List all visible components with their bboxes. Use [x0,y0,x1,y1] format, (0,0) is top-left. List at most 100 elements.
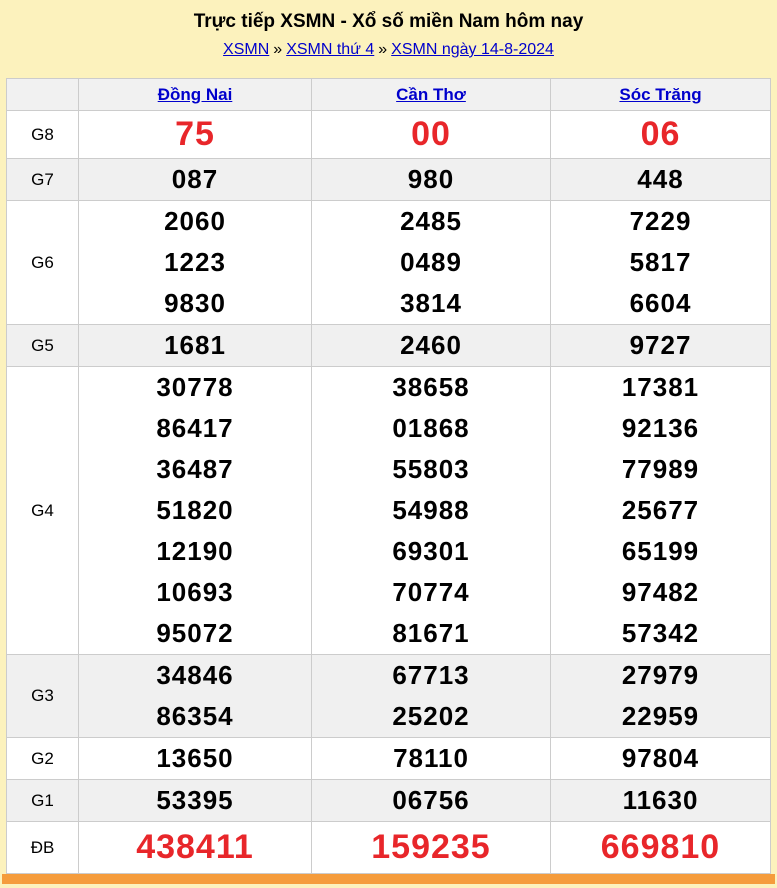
prize-number: 11630 [551,780,770,821]
prize-number: 438411 [79,822,311,873]
next-section-top-bar [2,874,775,884]
results-table: Đồng Nai Cần Thơ Sóc Trăng G8750006G7087… [6,78,771,874]
prize-number: 55803 [312,449,550,490]
province-link[interactable]: Đồng Nai [158,85,233,104]
prize-numbers-cell: 159235 [312,822,551,874]
prize-number: 448 [551,159,770,200]
prize-number: 00 [312,111,550,158]
breadcrumb: XSMN»XSMN thứ 4»XSMN ngày 14-8-2024 [0,41,777,59]
prize-numbers-cell: 38658018685580354988693017077481671 [312,367,551,655]
prize-number: 95072 [79,613,311,654]
prize-number: 17381 [551,367,770,408]
prize-numbers-cell: 13650 [79,738,312,780]
prize-number: 25677 [551,490,770,531]
prize-number: 2485 [312,201,550,242]
prize-number: 3814 [312,283,550,324]
prize-number: 13650 [79,738,311,779]
prize-numbers-cell: 17381921367798925677651999748257342 [551,367,771,655]
prize-numbers-cell: 248504893814 [312,201,551,325]
page-header: Trực tiếp XSMN - Xổ số miền Nam hôm nay … [0,0,777,78]
breadcrumb-link-xsmn[interactable]: XSMN [223,41,269,58]
prize-number: 92136 [551,408,770,449]
prize-numbers-cell: 78110 [312,738,551,780]
prize-number: 2060 [79,201,311,242]
prize-number: 27979 [551,655,770,696]
prize-number: 36487 [79,449,311,490]
province-link[interactable]: Sóc Trăng [619,85,701,104]
prize-number: 669810 [551,822,770,873]
prize-numbers-cell: 087 [79,159,312,201]
prize-number: 0489 [312,242,550,283]
prize-number: 97482 [551,572,770,613]
prize-numbers-cell: 97804 [551,738,771,780]
prize-numbers-cell: 3484686354 [79,655,312,738]
results-tbody: G8750006G7087980448G62060122398302485048… [7,111,771,874]
prize-number: 7229 [551,201,770,242]
prize-number: 86354 [79,696,311,737]
province-link[interactable]: Cần Thơ [396,85,466,104]
breadcrumb-link-xsmn-thu4[interactable]: XSMN thứ 4 [286,41,374,58]
prize-label: G4 [7,367,79,655]
prize-numbers-cell: 9727 [551,325,771,367]
prize-number: 34846 [79,655,311,696]
prize-number: 5817 [551,242,770,283]
prize-number: 6604 [551,283,770,324]
prize-number: 70774 [312,572,550,613]
prize-number: 67713 [312,655,550,696]
prize-row-g5: G5168124609727 [7,325,771,367]
prize-number: 77989 [551,449,770,490]
prize-row-g4: G430778864173648751820121901069395072386… [7,367,771,655]
page-title: Trực tiếp XSMN - Xổ số miền Nam hôm nay [0,11,777,33]
column-header-can-tho: Cần Thơ [312,79,551,111]
prize-numbers-cell: 980 [312,159,551,201]
prize-number: 980 [312,159,550,200]
prize-number: 06756 [312,780,550,821]
prize-row-g2: G2136507811097804 [7,738,771,780]
prize-number: 2460 [312,325,550,366]
prize-number: 22959 [551,696,770,737]
prize-numbers-cell: 06 [551,111,771,159]
prize-label: G1 [7,780,79,822]
prize-number: 087 [79,159,311,200]
prize-number: 12190 [79,531,311,572]
prize-number: 78110 [312,738,550,779]
prize-row-g3: G3348468635467713252022797922959 [7,655,771,738]
prize-numbers-cell: 06756 [312,780,551,822]
prize-number: 54988 [312,490,550,531]
prize-numbers-cell: 448 [551,159,771,201]
prize-number: 1223 [79,242,311,283]
prize-label: G2 [7,738,79,780]
prize-number: 01868 [312,408,550,449]
prize-number: 97804 [551,738,770,779]
prize-numbers-cell: 1681 [79,325,312,367]
table-header-row: Đồng Nai Cần Thơ Sóc Trăng [7,79,771,111]
breadcrumb-separator: » [273,41,282,58]
prize-number: 159235 [312,822,550,873]
prize-number: 57342 [551,613,770,654]
prize-number: 51820 [79,490,311,531]
prize-row-g8: G8750006 [7,111,771,159]
breadcrumb-link-xsmn-date[interactable]: XSMN ngày 14-8-2024 [391,41,554,58]
breadcrumb-separator: » [378,41,387,58]
prize-numbers-cell: 00 [312,111,551,159]
prize-number: 30778 [79,367,311,408]
prize-row-g1: G1533950675611630 [7,780,771,822]
prize-numbers-cell: 2797922959 [551,655,771,738]
prize-number: 9830 [79,283,311,324]
column-header-dong-nai: Đồng Nai [79,79,312,111]
prize-number: 86417 [79,408,311,449]
prize-row-g6: G6206012239830248504893814722958176604 [7,201,771,325]
prize-numbers-cell: 30778864173648751820121901069395072 [79,367,312,655]
prize-label: G7 [7,159,79,201]
prize-number: 10693 [79,572,311,613]
prize-numbers-cell: 53395 [79,780,312,822]
prize-number: 75 [79,111,311,158]
prize-numbers-cell: 206012239830 [79,201,312,325]
prize-numbers-cell: 75 [79,111,312,159]
prize-number: 69301 [312,531,550,572]
prize-number: 1681 [79,325,311,366]
prize-number: 65199 [551,531,770,572]
prize-numbers-cell: 438411 [79,822,312,874]
prize-number: 06 [551,111,770,158]
prize-number: 53395 [79,780,311,821]
